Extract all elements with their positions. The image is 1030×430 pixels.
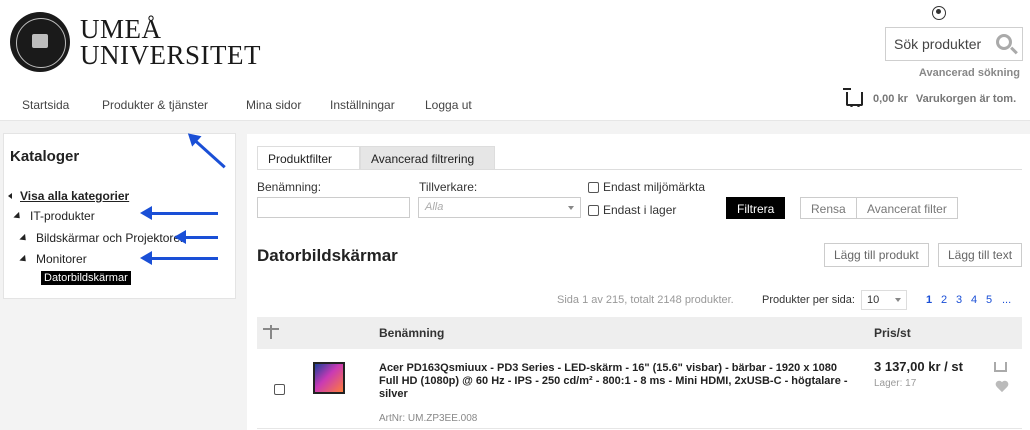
eco-checkbox[interactable] xyxy=(588,181,599,193)
tree-item-monitorer[interactable]: Monitorer xyxy=(19,252,87,266)
logo-line-1: UMEÅ xyxy=(80,14,162,44)
tree-label: IT-produkter xyxy=(30,209,95,223)
cart-icon xyxy=(843,88,863,107)
caret-down-icon xyxy=(19,233,29,243)
column-header-price[interactable]: Pris/st xyxy=(874,326,911,340)
cart-status: Varukorgen är tom. xyxy=(915,93,1017,105)
nav-item-logga-ut[interactable]: Logga ut xyxy=(425,98,472,112)
manufacturer-select[interactable]: Alla xyxy=(418,197,581,218)
paging-info: Sida 1 av 215, totalt 2148 produkter. xyxy=(557,294,734,306)
product-price: 3 137,00 kr / st xyxy=(874,359,963,374)
annotation-arrow xyxy=(140,251,218,265)
add-product-button[interactable]: Lägg till produkt xyxy=(824,243,929,267)
stock-checkbox-label: Endast i lager xyxy=(603,203,677,217)
tree-item-datorbildskarmar[interactable]: Datorbildskärmar xyxy=(41,271,131,285)
column-header-name[interactable]: Benämning xyxy=(379,326,444,340)
product-artnr: ArtNr: UM.ZP3EE.008 xyxy=(379,413,478,424)
product-thumbnail[interactable] xyxy=(313,362,345,394)
search-input[interactable] xyxy=(886,28,986,60)
tree-item-it-produkter[interactable]: IT-produkter xyxy=(13,209,95,223)
caret-down-icon xyxy=(19,254,29,264)
cart-summary[interactable]: 0,00 kr Varukorgen är tom. xyxy=(843,88,1017,107)
tree-label-selected: Datorbildskärmar xyxy=(41,271,131,285)
add-text-button[interactable]: Lägg till text xyxy=(938,243,1023,267)
compare-checkbox[interactable] xyxy=(274,384,285,395)
main-panel: Produktfilter Avancerad filtrering Benäm… xyxy=(247,134,1030,430)
advanced-search-link[interactable]: Avancerad sökning xyxy=(919,67,1020,79)
caret-down-icon xyxy=(13,211,23,221)
sidebar-title: Kataloger xyxy=(10,148,80,165)
chevron-down-icon xyxy=(568,206,574,210)
tabs-divider xyxy=(257,169,1022,170)
product-name[interactable]: Acer PD163Qsmiuux - PD3 Series - LED-skä… xyxy=(379,362,859,401)
per-page-value: 10 xyxy=(867,294,880,306)
page-link-2[interactable]: 2 xyxy=(941,294,947,306)
eco-checkbox-row[interactable]: Endast miljömärkta xyxy=(588,180,705,194)
nav-item-produkter[interactable]: Produkter & tjänster xyxy=(102,98,208,112)
name-filter-label: Benämning: xyxy=(257,180,322,194)
logo-line-2: UNIVERSITET xyxy=(80,40,261,70)
annotation-arrow xyxy=(174,230,218,244)
annotation-arrow xyxy=(140,206,218,220)
manufacturer-filter-label: Tillverkare: xyxy=(419,180,478,194)
favorite-heart-icon[interactable] xyxy=(995,381,1009,393)
page-link-4[interactable]: 4 xyxy=(971,294,977,306)
university-logo[interactable]: UMEÅ UNIVERSITET xyxy=(10,12,261,72)
name-filter-input[interactable] xyxy=(257,197,410,218)
nav-item-installningar[interactable]: Inställningar xyxy=(330,98,395,112)
logo-text: UMEÅ UNIVERSITET xyxy=(80,14,261,70)
page-link-5[interactable]: 5 xyxy=(986,294,992,306)
stock-checkbox-row[interactable]: Endast i lager xyxy=(588,203,676,217)
search-box xyxy=(885,27,1023,61)
product-stock: Lager: 17 xyxy=(874,378,917,389)
add-to-cart-icon[interactable] xyxy=(994,362,1007,372)
category-heading: Datorbildskärmar xyxy=(257,246,398,265)
advanced-filter-button[interactable]: Avancerat filter xyxy=(856,197,958,219)
manufacturer-select-value: Alla xyxy=(425,201,444,213)
compare-scale-icon[interactable] xyxy=(263,325,279,339)
clear-button[interactable]: Rensa xyxy=(800,197,857,219)
caret-left-icon xyxy=(8,193,12,199)
stock-checkbox[interactable] xyxy=(588,204,599,216)
search-icon[interactable] xyxy=(996,34,1012,50)
nav-item-startsida[interactable]: Startsida xyxy=(22,98,69,112)
tree-label: Monitorer xyxy=(36,252,87,266)
filter-button[interactable]: Filtrera xyxy=(726,197,786,219)
page-link-3[interactable]: 3 xyxy=(956,294,962,306)
per-page-label: Produkter per sida: xyxy=(762,294,855,306)
tab-produktfilter[interactable]: Produktfilter xyxy=(257,146,360,170)
user-icon[interactable] xyxy=(932,6,946,20)
per-page-select[interactable]: 10 xyxy=(861,290,907,310)
table-header: Benämning Pris/st xyxy=(257,317,1022,349)
university-seal-icon xyxy=(10,12,70,72)
eco-checkbox-label: Endast miljömärkta xyxy=(603,180,706,194)
table-row: Acer PD163Qsmiuux - PD3 Series - LED-skä… xyxy=(257,349,1022,429)
tree-item-bildskarmar[interactable]: Bildskärmar och Projektorer xyxy=(19,231,185,245)
nav-item-mina-sidor[interactable]: Mina sidor xyxy=(246,98,301,112)
tree-item-show-all[interactable]: Visa alla kategorier xyxy=(8,189,129,203)
catalog-sidebar: Kataloger Visa alla kategorier IT-produk… xyxy=(3,133,236,299)
page-link-more[interactable]: ... xyxy=(1002,294,1011,306)
page-link-1[interactable]: 1 xyxy=(926,294,932,306)
tab-avancerad-filtrering[interactable]: Avancerad filtrering xyxy=(360,146,495,170)
tree-label: Bildskärmar och Projektorer xyxy=(36,231,185,245)
show-all-categories-link[interactable]: Visa alla kategorier xyxy=(20,189,129,203)
cart-total: 0,00 kr xyxy=(873,93,908,105)
